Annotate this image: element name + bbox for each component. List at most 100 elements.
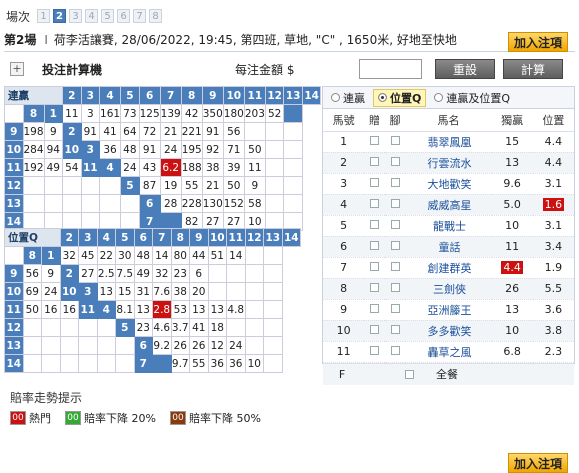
place-q-odds-cell[interactable]: 53 (170, 300, 190, 319)
quinella-odds-cell[interactable]: 9 (43, 122, 64, 141)
quinella-odds-cell[interactable]: 139 (159, 104, 182, 123)
place-q-odds-cell[interactable]: 32 (152, 264, 172, 283)
place-q-odds-cell[interactable]: 50 (22, 300, 42, 319)
radio-icon[interactable] (434, 93, 444, 102)
place-q-odds-cell[interactable]: 44 (189, 246, 209, 265)
place-q-odds-cell[interactable]: 13 (133, 300, 153, 319)
pool-option-quinella[interactable]: 連贏 (331, 90, 365, 106)
leg-checkbox[interactable] (390, 241, 400, 250)
quinella-odds-cell[interactable]: 195 (180, 140, 203, 159)
quinella-odds-cell[interactable]: 91 (138, 140, 161, 159)
quinella-odds-cell[interactable]: 228 (180, 194, 203, 213)
banker-checkbox[interactable] (370, 262, 379, 271)
quinella-odds-cell[interactable]: 48 (120, 140, 140, 159)
place-q-odds-cell[interactable]: 23 (170, 264, 190, 283)
quinella-odds-cell[interactable]: 58 (243, 194, 266, 213)
quinella-odds-cell[interactable]: 9 (243, 176, 266, 195)
place-q-odds-cell[interactable]: 69 (22, 282, 42, 301)
leg-checkbox[interactable] (390, 199, 400, 208)
quinella-odds-cell[interactable]: 91 (201, 122, 224, 141)
place-q-odds-cell[interactable]: 24 (226, 336, 246, 355)
quinella-odds-cell[interactable]: 87 (138, 176, 161, 195)
place-q-odds-cell[interactable]: 27 (78, 264, 98, 283)
horse-name[interactable]: 轟草之風 (405, 341, 492, 363)
place-q-odds-cell[interactable]: 10 (244, 354, 264, 373)
place-q-odds-cell[interactable]: 48 (133, 246, 153, 265)
quinella-odds-cell[interactable]: 73 (120, 104, 140, 123)
place-q-odds-cell[interactable]: 45 (78, 246, 98, 265)
quinella-odds-cell[interactable]: 11 (243, 158, 266, 177)
quinella-odds-cell[interactable]: 56 (222, 122, 245, 141)
leg-checkbox[interactable] (390, 304, 400, 313)
quinella-odds-cell-hot[interactable]: 6.2 (159, 158, 182, 177)
quinella-odds-cell[interactable]: 49 (43, 158, 64, 177)
quinella-odds-cell[interactable]: 39 (222, 158, 245, 177)
place-q-odds-cell[interactable]: 16 (59, 300, 79, 319)
amount-input[interactable] (359, 59, 422, 79)
quinella-odds-cell[interactable]: 192 (22, 158, 45, 177)
quinella-odds-cell[interactable]: 52 (264, 104, 285, 123)
place-q-odds-cell[interactable]: 22 (96, 246, 116, 265)
place-q-odds-cell-hot[interactable]: 2.8 (152, 300, 172, 319)
place-q-odds-cell[interactable]: 80 (170, 246, 190, 265)
banker-checkbox[interactable] (370, 304, 379, 313)
quinella-odds-cell[interactable]: 198 (22, 122, 45, 141)
race-button-1[interactable]: 1 (37, 9, 51, 23)
quinella-odds-cell[interactable]: 92 (201, 140, 224, 159)
quinella-odds-cell[interactable]: 55 (180, 176, 203, 195)
leg-checkbox[interactable] (390, 136, 400, 145)
banker-checkbox[interactable] (370, 136, 379, 145)
place-q-odds-cell[interactable]: 38 (170, 282, 190, 301)
place-q-odds-cell[interactable]: 51 (207, 246, 227, 265)
place-q-odds-cell[interactable]: 23 (133, 318, 153, 337)
banker-checkbox[interactable] (370, 346, 379, 355)
race-button-7[interactable]: 7 (133, 9, 147, 23)
place-q-odds-cell[interactable]: 16 (41, 300, 61, 319)
quinella-odds-cell[interactable]: 11 (62, 104, 82, 123)
quinella-odds-cell[interactable]: 180 (222, 104, 245, 123)
expand-calculator-icon[interactable]: + (10, 62, 24, 76)
quinella-odds-cell[interactable]: 72 (138, 122, 161, 141)
horse-name[interactable]: 威威高星 (405, 194, 492, 216)
leg-checkbox[interactable] (390, 346, 400, 355)
quinella-odds-cell[interactable]: 350 (201, 104, 224, 123)
place-q-odds-cell[interactable]: 41 (189, 318, 209, 337)
race-button-4[interactable]: 4 (85, 9, 99, 23)
leg-checkbox[interactable] (390, 325, 400, 334)
quinella-odds-cell[interactable]: 24 (159, 140, 182, 159)
banker-checkbox[interactable] (370, 241, 379, 250)
quinella-odds-cell[interactable]: 21 (159, 122, 182, 141)
banker-checkbox[interactable] (370, 199, 379, 208)
quinella-odds-cell[interactable]: 284 (22, 140, 45, 159)
place-q-odds-cell[interactable]: 26 (170, 336, 190, 355)
horse-name[interactable]: 亞洲籐王 (405, 299, 492, 321)
place-q-odds-cell[interactable]: 36 (207, 354, 227, 373)
race-button-3[interactable]: 3 (69, 9, 83, 23)
radio-icon[interactable] (331, 93, 340, 102)
quinella-odds-cell[interactable] (243, 122, 266, 141)
quinella-odds-cell[interactable]: 91 (80, 122, 101, 141)
place-q-odds-cell[interactable]: 15 (115, 282, 135, 301)
race-button-8[interactable]: 8 (149, 9, 163, 23)
place-q-odds-cell[interactable]: 7.5 (115, 264, 135, 283)
place-q-odds-cell[interactable]: 24 (41, 282, 61, 301)
race-button-5[interactable]: 5 (101, 9, 115, 23)
horse-name[interactable]: 行雲流水 (405, 152, 492, 174)
horse-name[interactable]: 翡翠鳳凰 (405, 131, 492, 153)
place-q-odds-cell[interactable]: 20 (189, 282, 209, 301)
quinella-odds-cell[interactable]: 36 (99, 140, 122, 159)
quinella-odds-cell[interactable]: 41 (99, 122, 122, 141)
quinella-odds-cell[interactable]: 3 (80, 104, 101, 123)
quinella-odds-cell[interactable]: 43 (138, 158, 161, 177)
place-q-odds-cell[interactable]: 2.5 (96, 264, 116, 283)
place-q-odds-cell[interactable]: 32 (59, 246, 79, 265)
place-q-odds-cell[interactable]: 4.6 (152, 318, 172, 337)
place-q-odds-cell[interactable]: 18 (207, 318, 227, 337)
quinella-odds-cell[interactable]: 50 (243, 140, 266, 159)
quinella-odds-cell[interactable]: 203 (243, 104, 266, 123)
reset-button[interactable]: 重設 (435, 59, 495, 79)
quinella-odds-cell[interactable]: 21 (201, 176, 224, 195)
place-q-odds-cell[interactable]: 7.6 (152, 282, 172, 301)
quinella-odds-cell[interactable]: 125 (138, 104, 161, 123)
banker-checkbox[interactable] (370, 220, 379, 229)
